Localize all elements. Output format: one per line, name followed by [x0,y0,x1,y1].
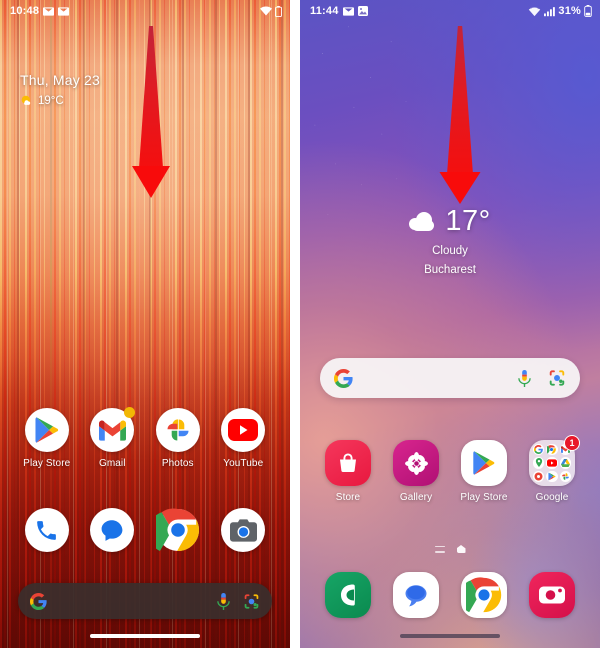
app-chrome[interactable]: Chrome [145,508,211,569]
glance-date: Thu, May 23 [20,72,101,88]
chrome-icon [461,572,507,618]
status-time: 10:48 [10,5,40,17]
app-label: Play Store [23,458,71,469]
app-camera[interactable]: Camera [211,508,277,569]
app-chrome[interactable]: Chrome [450,572,518,635]
app-photos[interactable]: Photos [145,408,211,469]
app-gallery[interactable]: Gallery [382,440,450,503]
app-gmail[interactable]: Gmail [80,407,146,469]
play-store-icon [546,470,558,482]
photos-assistant-icon [533,470,545,482]
chrome-icon [546,444,558,456]
at-a-glance-widget[interactable]: Thu, May 23 19°C [20,72,100,107]
glance-temperature: 19°C [38,94,64,107]
battery-percent: 31% [558,5,581,17]
microphone-icon[interactable] [216,592,231,610]
google-lens-icon[interactable] [243,593,260,610]
app-messages[interactable]: Messages [382,572,450,635]
sun-cloud-icon [20,94,33,107]
app-label: Gmail [98,458,126,469]
drive-icon [559,457,571,469]
photos-icon [559,470,571,482]
gesture-nav-pill[interactable] [90,634,200,638]
status-bar-right: 11:44 31% [300,0,600,22]
camera-icon [221,508,266,552]
google-search-bar[interactable] [18,583,272,619]
battery-icon [275,5,282,17]
phone-icon [24,508,69,552]
signal-icon [544,6,556,17]
samsung-phone-icon [325,572,371,618]
samsung-camera-icon [529,572,575,618]
wifi-icon [528,6,541,17]
weather-widget[interactable]: 17° Cloudy Bucharest [300,205,600,276]
pixel-home-screen: 10:48 Thu, May 23 19°C Play Store Gmail … [0,0,290,648]
home-icon[interactable] [456,545,466,553]
app-row-1-right: Store Gallery Play Store 1 Google [300,435,600,503]
red-down-arrow [126,26,176,198]
gesture-nav-pill[interactable] [400,634,500,638]
google-folder-icon: 1 [529,435,580,486]
app-phone[interactable]: Phone [14,508,80,569]
red-down-arrow [433,26,487,204]
samsung-messages-icon [393,572,439,618]
google-g-icon [533,444,545,456]
chrome-icon [147,508,200,552]
cloud-icon [409,211,437,232]
google-photos-icon [155,408,200,452]
dock-left: Phone Messages [0,508,290,569]
page-indicator[interactable] [300,545,600,553]
status-bar-left: 10:48 [0,0,290,22]
gallery-icon [357,6,368,16]
gmail-icon [43,6,55,16]
app-folder-google[interactable]: 1 Google [518,435,586,503]
side-by-side-screenshots: 10:48 Thu, May 23 19°C Play Store Gmail … [0,0,600,648]
weather-temperature: 17° [445,205,491,237]
app-label: Store [335,492,361,503]
status-time: 11:44 [310,5,339,17]
app-play-store[interactable]: Play Store [14,408,80,469]
weather-condition: Cloudy [432,245,468,257]
battery-icon [584,5,592,17]
play-store-icon [24,408,69,452]
app-label: Play Store [460,492,508,503]
wifi-icon [260,6,272,16]
google-g-icon [30,592,47,610]
google-lens-icon[interactable] [548,369,566,387]
samsung-home-screen: 11:44 31% 17° Cloudy Bucharest Store Gal… [300,0,600,648]
weather-city: Bucharest [424,264,476,276]
galaxy-store-icon [325,440,371,486]
google-search-bar[interactable] [320,358,580,398]
samsung-gallery-icon [393,440,439,486]
app-list-icon[interactable] [434,545,445,553]
gmail-icon [342,6,354,16]
google-g-icon [334,368,353,388]
gmail-icon [90,407,136,452]
youtube-icon [221,408,266,452]
dock-right: Phone Messages [300,572,600,635]
app-messages[interactable]: Messages [80,508,146,569]
microphone-icon[interactable] [517,369,532,387]
app-play-store[interactable]: Play Store [450,440,518,503]
app-label: Gallery [399,492,433,503]
gmail-icon [58,6,70,16]
app-label: YouTube [223,458,264,469]
app-label: Photos [161,458,194,469]
notification-badge [124,407,136,418]
app-phone[interactable]: Phone [314,572,382,635]
screenshot-divider [290,0,300,648]
app-youtube[interactable]: YouTube [211,408,277,469]
folder-badge: 1 [564,435,580,451]
messages-icon [90,508,135,552]
app-camera[interactable]: Camera [518,572,586,635]
app-row-1-left: Play Store Gmail Photos YouTube [0,407,290,469]
youtube-icon [546,457,558,469]
app-galaxy-store[interactable]: Store [314,440,382,503]
app-label: Google [535,492,569,503]
play-store-icon [461,440,507,486]
maps-icon [533,457,545,469]
